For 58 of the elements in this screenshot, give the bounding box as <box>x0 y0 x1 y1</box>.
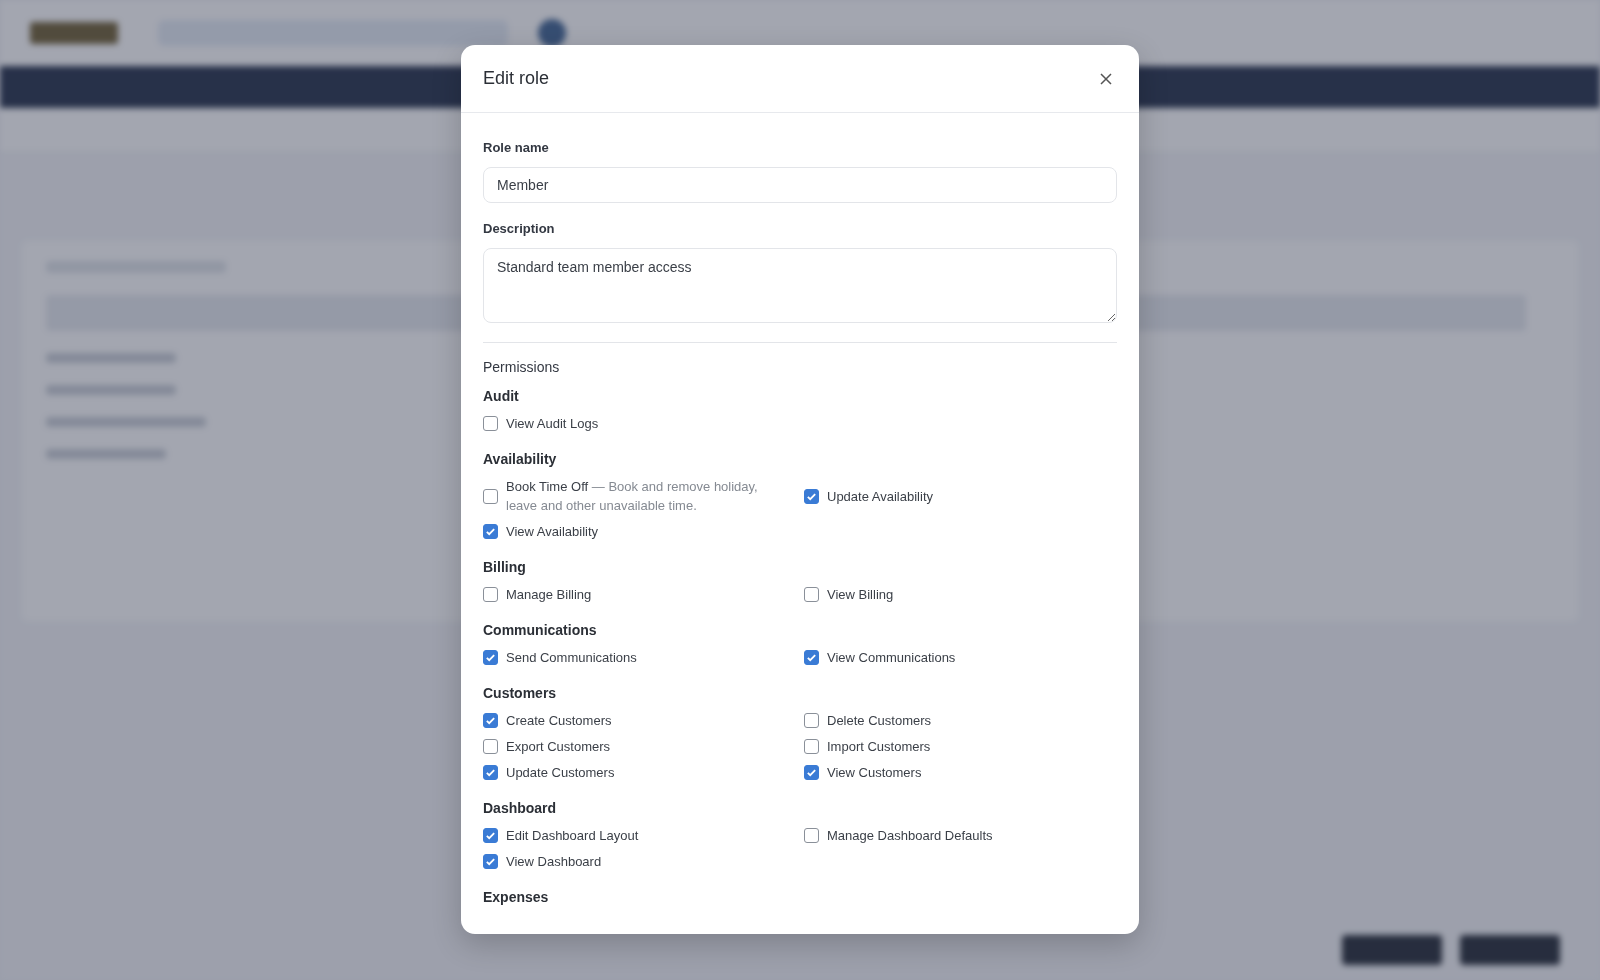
permission-label: Delete Customers <box>827 712 932 730</box>
checkbox[interactable] <box>483 416 498 431</box>
permission-label: View Audit Logs <box>506 415 599 433</box>
permission-label: View Customers <box>827 764 922 782</box>
permission-label: Edit Dashboard Layout <box>506 827 639 845</box>
checkbox[interactable] <box>483 765 498 780</box>
checkbox[interactable] <box>483 854 498 869</box>
check-icon <box>485 856 496 867</box>
group-heading: Customers <box>483 685 558 701</box>
permission-label: Import Customers <box>827 738 931 756</box>
checkbox[interactable] <box>483 524 498 539</box>
permission-label: View Billing <box>827 586 894 604</box>
check-icon <box>485 715 496 726</box>
checkbox[interactable] <box>483 587 498 602</box>
description-field[interactable]: Standard team member access <box>483 248 1117 323</box>
checkbox[interactable] <box>483 650 498 665</box>
permission-label: View Dashboard <box>506 853 602 871</box>
check-icon <box>485 652 496 663</box>
permission-label: Manage Billing <box>506 586 592 604</box>
check-icon <box>485 526 496 537</box>
checkbox[interactable] <box>483 488 498 504</box>
group-heading: Dashboard <box>483 800 558 816</box>
group-heading: Availability <box>483 451 558 467</box>
permission-label: Update Availability <box>827 487 933 506</box>
permission-label: Create Customers <box>506 712 612 730</box>
close-icon <box>1099 71 1113 86</box>
section-title: Permissions <box>483 359 561 375</box>
permission-label: Update Customers <box>506 764 615 782</box>
check-icon <box>485 830 496 841</box>
checkbox[interactable] <box>804 765 819 780</box>
group-heading: Audit <box>483 388 520 404</box>
field-label: Description <box>483 221 556 236</box>
checkbox[interactable] <box>804 488 819 504</box>
checkbox[interactable] <box>804 739 819 754</box>
role-name-field[interactable]: Member <box>483 167 1117 203</box>
avatar <box>538 19 566 47</box>
check-icon <box>806 767 817 778</box>
permission-label: Book Time Off — Book and remove holiday, leave and other unavailable time. <box>506 478 759 515</box>
permission-label: Manage Dashboard Defaults <box>827 827 993 845</box>
check-icon <box>806 490 817 502</box>
checkbox[interactable] <box>804 650 819 665</box>
permission-label: Export Customers <box>506 738 611 756</box>
checkbox[interactable] <box>804 828 819 843</box>
modal-title: Edit role <box>483 68 550 89</box>
field-label: Role name <box>483 140 550 155</box>
group-heading: Billing <box>483 559 527 575</box>
check-icon <box>485 767 496 778</box>
checkbox[interactable] <box>804 587 819 602</box>
checkbox[interactable] <box>483 713 498 728</box>
permission-label: View Communications <box>827 649 956 667</box>
check-icon <box>806 652 817 663</box>
group-heading: Communications <box>483 622 598 638</box>
permission-label: View Availability <box>506 523 598 541</box>
checkbox[interactable] <box>483 828 498 843</box>
checkbox[interactable] <box>804 713 819 728</box>
group-heading: Expenses <box>483 889 550 905</box>
permission-label: Send Communications <box>506 649 637 667</box>
checkbox[interactable] <box>483 739 498 754</box>
